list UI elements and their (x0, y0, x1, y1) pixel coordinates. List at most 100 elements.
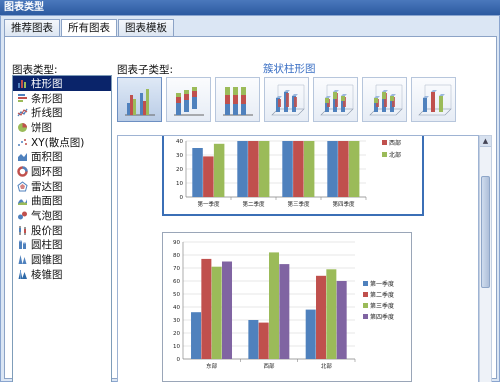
chart-type-item[interactable]: 圆柱图 (13, 238, 111, 253)
chart-type-item[interactable]: 饼图 (13, 120, 111, 135)
subtype-button[interactable] (362, 77, 407, 122)
subtype-button[interactable] (215, 77, 260, 122)
bar (326, 269, 337, 359)
preview-chart-1-plot: 40 30 20 10 0 第一季度 第二季度 第三季度 第四季度 西部北部 (176, 139, 401, 208)
preview-chart-2-plot: 90 80 70 60 50 40 30 20 10 0 东部 西部 北部 第一季度第二季度第三季度第四季… (173, 240, 394, 370)
legend-label: 第四季度 (370, 313, 394, 321)
selected-subtype-name: 簇状柱形图 (263, 63, 316, 75)
bar (293, 141, 304, 197)
chart-type-label: 折线图 (31, 107, 63, 120)
bubble-chart-icon (17, 210, 28, 221)
chart-subtypes-label: 图表子类型: (117, 64, 174, 76)
chart-type-item[interactable]: 股价图 (13, 223, 111, 238)
doughnut-chart-icon (17, 166, 28, 177)
bar (248, 141, 259, 197)
bar (258, 322, 269, 359)
subtype-button[interactable] (411, 77, 456, 122)
chart-type-label: 柱形图 (31, 77, 63, 90)
surface-chart-icon (17, 195, 28, 206)
chart-type-label: 股价图 (31, 224, 63, 237)
bar (305, 309, 316, 359)
bar (336, 281, 347, 359)
bar (191, 312, 202, 359)
chart-type-item[interactable]: 气泡图 (13, 208, 111, 223)
legend-label: 西部 (389, 139, 401, 147)
subtype-button[interactable] (166, 77, 211, 122)
tab-bar: 推荐图表 所有图表 图表模板 (4, 19, 175, 37)
bar (221, 261, 233, 359)
preview-scrollbar[interactable]: ▲ ▼ (479, 135, 492, 382)
x-tick-label: 第四季度 (332, 200, 355, 208)
y-tick-label: 0 (177, 357, 181, 363)
bar (237, 141, 248, 197)
chart-type-label: 曲面图 (31, 195, 63, 208)
chart-type-item[interactable]: 柱形图 (13, 76, 111, 91)
y-tick-label: 10 (173, 344, 180, 350)
pyramid-chart-icon (17, 269, 28, 280)
y-tick-label: 10 (176, 181, 183, 187)
y-tick-label: 20 (173, 331, 180, 337)
bar (303, 141, 315, 197)
chart-type-label: 面积图 (31, 151, 63, 164)
scroll-thumb[interactable] (481, 176, 490, 288)
scroll-up-arrow-icon[interactable]: ▲ (480, 136, 491, 147)
chart-type-label: 饼图 (31, 121, 52, 134)
y-tick-label: 40 (176, 139, 183, 145)
chart-type-item[interactable]: 曲面图 (13, 194, 111, 209)
legend-label: 第二季度 (370, 291, 394, 299)
chart-type-item[interactable]: 圆环图 (13, 164, 111, 179)
bar (279, 264, 290, 359)
chart-type-label: 棱锥图 (31, 268, 63, 281)
legend-swatch (363, 314, 368, 319)
subtype-button[interactable] (313, 77, 358, 122)
chart-type-item[interactable]: 面积图 (13, 149, 111, 164)
bar (269, 252, 280, 359)
bar (316, 275, 327, 359)
x-tick-label: 第二季度 (242, 200, 265, 208)
tab-templates[interactable]: 图表模板 (118, 19, 174, 36)
chart-type-item[interactable]: 圆锥图 (13, 252, 111, 267)
x-tick-label: 第三季度 (287, 200, 310, 208)
tab-all-charts[interactable]: 所有图表 (61, 19, 117, 37)
bar (192, 148, 203, 197)
y-tick-label: 50 (173, 292, 180, 298)
x-tick-label: 第一季度 (197, 200, 220, 208)
legend-swatch (363, 292, 368, 297)
subtype-button[interactable] (117, 77, 162, 122)
chart-type-label: 圆柱图 (31, 239, 63, 252)
legend-swatch (382, 140, 387, 145)
chart-type-item[interactable]: 棱锥图 (13, 267, 111, 282)
y-tick-label: 80 (173, 253, 180, 259)
bar (348, 141, 360, 197)
legend-label: 第一季度 (370, 280, 394, 288)
subtype-button[interactable] (264, 77, 309, 122)
area-chart-icon (17, 151, 28, 162)
preview-chart-2[interactable]: 90 80 70 60 50 40 30 20 10 0 东部 西部 北部 第一季度 第二季度 第三季度 第四季… (162, 232, 412, 382)
chart-type-label: 圆环图 (31, 165, 63, 178)
chart-type-item[interactable]: 条形图 (13, 91, 111, 106)
pie-chart-icon (17, 122, 28, 133)
bar (211, 266, 222, 359)
chart-type-label: 圆锥图 (31, 254, 63, 267)
chart-preview-area: 40 30 20 10 0 第一季度 第二季度 第三季度 第四季度 西部 北部 90 80 70 60 50… (117, 135, 479, 382)
bar (201, 258, 212, 359)
tab-recommended[interactable]: 推荐图表 (4, 19, 60, 36)
chart-type-item[interactable]: XY(散点图) (13, 135, 111, 150)
preview-chart-1[interactable]: 40 30 20 10 0 第一季度 第二季度 第三季度 第四季度 西部 北部 (162, 136, 424, 216)
chart-subtype-gallery (117, 77, 467, 135)
column-chart-icon (17, 78, 28, 89)
y-tick-label: 40 (173, 305, 180, 311)
x-tick-label: 北部 (321, 362, 333, 370)
legend-label: 北部 (389, 151, 401, 159)
chart-type-item[interactable]: 折线图 (13, 105, 111, 120)
chart-type-list[interactable]: 柱形图 条形图 折线图 饼图 XY(散点图) 面积图 圆环图 雷达图 曲面图 气泡图 股价图圆柱图圆… (12, 75, 112, 382)
chart-type-item[interactable]: 雷达图 (13, 179, 111, 194)
chart-type-dialog: 推荐图表 所有图表 图表模板 图表类型: 图表子类型: 簇状柱形图 柱形图 条形图… (0, 15, 500, 382)
bar (338, 141, 349, 197)
cone-chart-icon (17, 254, 28, 265)
legend-swatch (363, 281, 368, 286)
y-tick-label: 70 (173, 266, 180, 272)
legend-swatch (382, 152, 387, 157)
line-chart-icon (17, 107, 28, 118)
bar (282, 141, 293, 197)
